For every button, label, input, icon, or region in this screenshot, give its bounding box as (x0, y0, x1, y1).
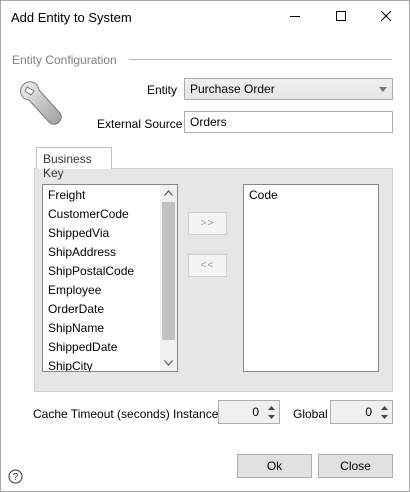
scroll-up-icon[interactable] (164, 190, 173, 196)
list-item[interactable]: ShippedDate (43, 338, 161, 357)
group-divider (129, 59, 392, 60)
list-item[interactable]: ShipName (43, 319, 161, 338)
global-value: 0 (365, 405, 372, 419)
title-bar[interactable]: Add Entity to System (1, 1, 409, 32)
external-source-value: Orders (190, 115, 227, 129)
remove-key-button[interactable]: << (188, 254, 227, 277)
spin-up-icon[interactable] (268, 406, 275, 411)
spin-down-icon[interactable] (381, 415, 388, 420)
external-source-input[interactable]: Orders (184, 111, 393, 133)
list-item[interactable]: ShippedVia (43, 224, 161, 243)
list-item[interactable]: CustomerCode (43, 205, 161, 224)
available-fields-list[interactable]: Freight CustomerCode ShippedVia ShipAddress… (42, 184, 178, 372)
window-title: Add Entity to System (11, 10, 132, 25)
instance-label: Instance (173, 407, 219, 421)
global-label: Global (293, 407, 328, 421)
tab-business-key[interactable]: Business Key (36, 147, 112, 180)
list-item[interactable]: Employee (43, 281, 161, 300)
spin-down-icon[interactable] (268, 415, 275, 420)
list-item[interactable]: ShipPostalCode (43, 262, 161, 281)
help-icon[interactable]: ? (8, 469, 23, 484)
global-spin-arrows[interactable] (376, 401, 392, 423)
scrollbar-thumb[interactable] (162, 202, 175, 340)
list-scrollbar[interactable] (160, 185, 177, 371)
entity-select-value: Purchase Order (190, 82, 275, 96)
close-icon (381, 11, 392, 22)
minimize-button[interactable] (273, 1, 318, 32)
minimize-icon (290, 16, 300, 17)
close-window-button[interactable] (364, 1, 409, 32)
spin-up-icon[interactable] (381, 406, 388, 411)
list-item[interactable]: Freight (43, 186, 161, 205)
close-button[interactable]: Close (318, 454, 393, 478)
list-item[interactable]: ShipCity (43, 357, 161, 371)
instance-spinner[interactable]: 0 (218, 400, 280, 424)
svg-text:?: ? (13, 472, 19, 483)
scroll-down-icon[interactable] (164, 360, 173, 366)
selected-keys-list[interactable]: Code (243, 184, 379, 372)
wrench-icon (17, 79, 67, 127)
external-source-label: External Source (97, 117, 183, 131)
entity-select[interactable]: Purchase Order (184, 78, 393, 100)
global-spinner[interactable]: 0 (330, 400, 393, 424)
ok-button[interactable]: Ok (237, 454, 312, 478)
cache-timeout-label: Cache Timeout (seconds) (33, 407, 170, 421)
maximize-button[interactable] (319, 1, 364, 32)
list-item[interactable]: ShipAddress (43, 243, 161, 262)
dialog-window: Add Entity to System Entity Configuratio… (0, 0, 410, 492)
list-item[interactable]: Code (244, 186, 378, 205)
entity-label: Entity (147, 83, 178, 97)
instance-spin-arrows[interactable] (263, 401, 279, 423)
instance-value: 0 (252, 405, 259, 419)
list-item[interactable]: OrderDate (43, 300, 161, 319)
maximize-icon (336, 11, 346, 21)
add-key-button[interactable]: >> (188, 212, 227, 235)
group-label: Entity Configuration (12, 53, 117, 67)
chevron-down-icon (379, 87, 387, 92)
